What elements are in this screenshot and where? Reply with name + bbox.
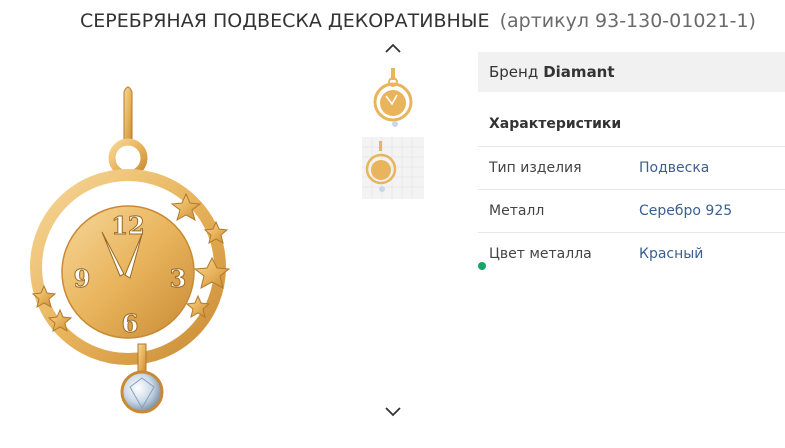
thumbnails-next-button[interactable]: [380, 402, 406, 422]
characteristics-title: Характеристики: [478, 102, 785, 147]
thumbnail-2[interactable]: [362, 137, 424, 199]
spec-value-link[interactable]: Серебро 925: [639, 203, 732, 219]
main-product-image[interactable]: 12 3 6 9: [30, 82, 240, 427]
status-dot: [478, 262, 486, 270]
clock-number-6: 6: [122, 309, 139, 338]
chevron-up-icon: [385, 43, 401, 53]
product-article: (артикул 93-130-01021-1): [499, 10, 756, 32]
chevron-down-icon: [385, 407, 401, 417]
spec-label: Металл: [489, 203, 545, 219]
spec-row-type: Тип изделия Подвеска: [478, 147, 785, 190]
product-name: СЕРЕБРЯНАЯ ПОДВЕСКА ДЕКОРАТИВНЫЕ: [80, 10, 490, 32]
clock-number-12: 12: [111, 211, 144, 240]
clock-pendant-image: 12 3 6 9: [30, 86, 231, 414]
brand-value[interactable]: Diamant: [543, 63, 614, 81]
thumbnails-prev-button[interactable]: [380, 38, 406, 58]
product-title: СЕРЕБРЯНАЯ ПОДВЕСКА ДЕКОРАТИВНЫЕ (артику…: [80, 10, 756, 32]
spec-value-link[interactable]: Красный: [639, 246, 703, 262]
clock-pendant-thumbnail-grid: [362, 137, 424, 199]
spec-row-metal-color: Цвет металла Красный: [478, 233, 785, 275]
clock-number-3: 3: [170, 264, 187, 293]
product-specs: Бренд Diamant Характеристики Тип изделия…: [478, 52, 785, 275]
brand-label: Бренд: [489, 63, 539, 81]
clock-number-9: 9: [74, 264, 91, 293]
spec-value-link[interactable]: Подвеска: [639, 160, 709, 176]
spec-row-metal: Металл Серебро 925: [478, 190, 785, 233]
brand-row: Бренд Diamant: [478, 52, 785, 92]
thumbnail-1[interactable]: [362, 66, 424, 128]
clock-pendant-thumbnail: [373, 68, 413, 127]
spec-label: Тип изделия: [489, 160, 582, 176]
spec-label: Цвет металла: [489, 246, 592, 262]
